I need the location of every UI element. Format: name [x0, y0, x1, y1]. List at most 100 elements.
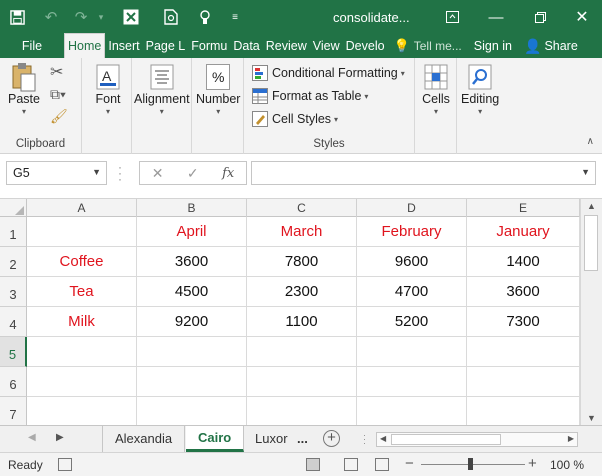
vertical-scrollbar[interactable]: ▲ ▼	[580, 199, 602, 425]
cell-c1[interactable]: March	[247, 217, 357, 247]
cell-c6[interactable]	[247, 367, 357, 397]
redo-icon[interactable]: ↷	[68, 0, 94, 34]
column-header[interactable]: E	[467, 199, 580, 217]
alignment-button[interactable]: Alignment ▾	[134, 62, 190, 116]
cell-d6[interactable]	[357, 367, 467, 397]
scroll-up-icon[interactable]: ▲	[587, 201, 596, 211]
enter-icon[interactable]: ✓	[187, 165, 199, 182]
undo-icon[interactable]: ↶	[34, 0, 68, 34]
sign-in-link[interactable]: Sign in	[468, 34, 518, 58]
resize-handle-icon[interactable]: · · ·	[118, 161, 124, 185]
zoom-slider[interactable]	[421, 464, 525, 465]
name-box[interactable]: G5 ▼	[6, 161, 107, 185]
row-header[interactable]: 3	[0, 277, 27, 307]
cell-b3[interactable]: 4500	[137, 277, 247, 307]
normal-view-icon[interactable]	[306, 458, 320, 471]
sheet-tab-luxor[interactable]: Luxor	[243, 426, 294, 452]
chevron-down-icon[interactable]: ▼	[92, 167, 101, 177]
cell-a7[interactable]	[27, 397, 137, 425]
horizontal-scrollbar[interactable]: ◀ ▶	[376, 432, 578, 447]
cell-c7[interactable]	[247, 397, 357, 425]
cell-a4[interactable]: Milk	[27, 307, 137, 337]
cell-e1[interactable]: January	[467, 217, 580, 247]
chevron-down-icon[interactable]: ▼	[581, 167, 590, 177]
conditional-formatting-button[interactable]: Conditional Formatting ▾	[252, 65, 405, 81]
tab-view[interactable]: View	[310, 34, 343, 58]
cell-b1[interactable]: April	[137, 217, 247, 247]
cell-d2[interactable]: 9600	[357, 247, 467, 277]
row-header[interactable]: 2	[0, 247, 27, 277]
cell-d5[interactable]	[357, 337, 467, 367]
zoom-level[interactable]: 100 %	[550, 458, 584, 472]
share-button[interactable]: 👤 Share	[518, 34, 584, 58]
close-icon[interactable]: ✕	[562, 0, 602, 34]
cell-b6[interactable]	[137, 367, 247, 397]
resize-handle-icon[interactable]: · · ·	[363, 431, 366, 448]
cell-b5[interactable]	[137, 337, 247, 367]
add-sheet-icon[interactable]: +	[323, 430, 340, 447]
column-header[interactable]: D	[357, 199, 467, 217]
cell-styles-button[interactable]: Cell Styles ▾	[252, 111, 338, 127]
cell-d7[interactable]	[357, 397, 467, 425]
macro-recording-icon[interactable]	[58, 458, 72, 471]
number-button[interactable]: % Number ▾	[196, 62, 240, 116]
scroll-thumb[interactable]	[584, 215, 598, 271]
row-header[interactable]: 4	[0, 307, 27, 337]
font-button[interactable]: A Font ▾	[94, 62, 122, 116]
more-sheets-button[interactable]: ...	[297, 426, 308, 452]
excel-icon[interactable]	[108, 0, 154, 34]
scroll-thumb[interactable]	[391, 434, 501, 445]
tab-review[interactable]: Review	[263, 34, 310, 58]
cancel-icon[interactable]: ✕	[152, 165, 164, 182]
cell-d3[interactable]: 4700	[357, 277, 467, 307]
print-preview-icon[interactable]	[154, 0, 188, 34]
cell-c5[interactable]	[247, 337, 357, 367]
tab-insert[interactable]: Insert	[105, 34, 142, 58]
format-painter-button[interactable]: 🖌	[50, 108, 68, 125]
minimize-icon[interactable]: —	[474, 0, 518, 34]
cell-e4[interactable]: 7300	[467, 307, 580, 337]
tab-file[interactable]: File	[0, 34, 64, 58]
scroll-right-icon[interactable]: ▶	[568, 434, 574, 443]
sheet-tab-alexandia[interactable]: Alexandia	[102, 426, 186, 452]
column-header[interactable]: A	[27, 199, 137, 217]
copy-button[interactable]: ⧉▾	[50, 86, 66, 103]
cell-c3[interactable]: 2300	[247, 277, 357, 307]
select-all-button[interactable]	[0, 199, 27, 217]
row-header-selected[interactable]: 5	[0, 337, 27, 367]
collapse-ribbon-icon[interactable]: ∧	[587, 136, 594, 147]
cell-a3[interactable]: Tea	[27, 277, 137, 307]
scroll-left-icon[interactable]: ◀	[380, 434, 386, 443]
cell-a6[interactable]	[27, 367, 137, 397]
tab-home[interactable]: Home	[64, 33, 106, 58]
cell-b4[interactable]: 9200	[137, 307, 247, 337]
page-layout-view-icon[interactable]	[344, 458, 358, 471]
scroll-down-icon[interactable]: ▼	[587, 413, 596, 423]
cell-d1[interactable]: February	[357, 217, 467, 247]
row-header[interactable]: 1	[0, 217, 27, 247]
save-icon[interactable]	[0, 0, 34, 34]
ribbon-display-icon[interactable]	[430, 0, 474, 34]
scroll-tabs-left-icon[interactable]: ◀	[28, 432, 36, 443]
cell-c2[interactable]: 7800	[247, 247, 357, 277]
paste-button[interactable]: Paste ▾	[8, 62, 40, 116]
row-header[interactable]: 7	[0, 397, 27, 425]
tell-me-box[interactable]: 💡 Tell me...	[388, 34, 468, 58]
cells-button[interactable]: Cells ▾	[422, 62, 450, 116]
format-as-table-button[interactable]: Format as Table ▾	[252, 88, 368, 104]
zoom-slider-thumb[interactable]	[468, 458, 473, 470]
formula-input[interactable]: ▼	[251, 161, 596, 185]
cell-e2[interactable]: 1400	[467, 247, 580, 277]
cell-d4[interactable]: 5200	[357, 307, 467, 337]
cell-e6[interactable]	[467, 367, 580, 397]
chevron-down-icon[interactable]: ▾	[94, 0, 108, 34]
zoom-out-icon[interactable]: −	[405, 455, 414, 472]
customize-icon[interactable]: ≡	[222, 0, 248, 34]
cell-e5[interactable]	[467, 337, 580, 367]
cell-a1[interactable]	[27, 217, 137, 247]
tab-data[interactable]: Data	[230, 34, 262, 58]
zoom-in-icon[interactable]: +	[528, 455, 537, 472]
tab-page-layout[interactable]: Page L	[143, 34, 189, 58]
column-header[interactable]: C	[247, 199, 357, 217]
cell-a2[interactable]: Coffee	[27, 247, 137, 277]
